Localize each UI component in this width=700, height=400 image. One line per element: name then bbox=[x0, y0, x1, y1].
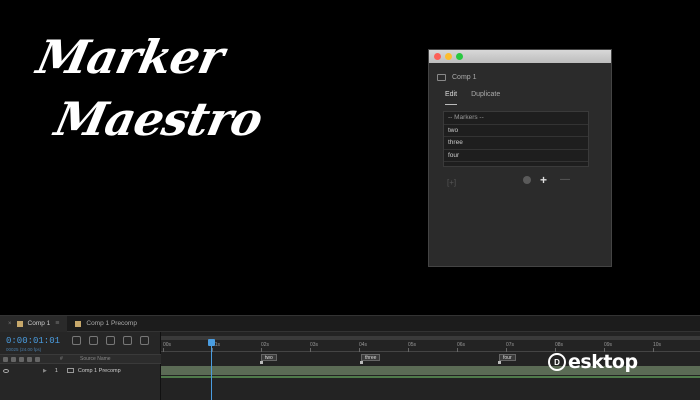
marker-pin-icon[interactable] bbox=[260, 361, 263, 364]
ruler-tick-label: 09s bbox=[604, 342, 613, 352]
zoom-window-button[interactable] bbox=[456, 53, 463, 60]
ruler-tick-label: 05s bbox=[408, 342, 417, 352]
panel-toolbar: [+] + — bbox=[443, 173, 589, 188]
marker-list-header: -- Markers -- bbox=[444, 112, 588, 125]
watermark: D esktop bbox=[548, 351, 638, 373]
work-area-bar[interactable] bbox=[161, 336, 700, 340]
timeline-marker[interactable]: four bbox=[499, 354, 516, 361]
lock-icon bbox=[27, 356, 32, 362]
tab-comp-1-precomp[interactable]: Comp 1 Precomp bbox=[67, 316, 145, 332]
audio-icon bbox=[11, 356, 16, 362]
minimize-window-button[interactable] bbox=[445, 53, 452, 60]
layer-name[interactable]: Comp 1 Precomp bbox=[78, 368, 121, 374]
tab-duplicate[interactable]: Duplicate bbox=[471, 91, 500, 105]
eye-icon bbox=[3, 356, 8, 362]
comp-duration-bar bbox=[161, 376, 700, 378]
title-logo: Marker Maestro bbox=[30, 30, 267, 170]
fps-readout: 00025 (24.00 fps) bbox=[6, 347, 42, 352]
list-item[interactable]: two bbox=[444, 125, 588, 137]
label-icon bbox=[35, 356, 40, 362]
close-window-button[interactable] bbox=[434, 53, 441, 60]
ruler-tick-label: 07s bbox=[506, 342, 515, 352]
marker-maestro-panel: Comp 1 Edit Duplicate -- Markers -- two … bbox=[428, 49, 612, 267]
tab-edit[interactable]: Edit bbox=[445, 91, 458, 105]
marker-pin-icon[interactable] bbox=[498, 361, 501, 364]
marker-list[interactable]: -- Markers -- two three four bbox=[443, 111, 589, 167]
ruler-tick-label: 00s bbox=[163, 342, 172, 352]
ruler-tick-label: 02s bbox=[261, 342, 270, 352]
remove-marker-button[interactable]: — bbox=[560, 174, 570, 185]
list-item[interactable]: four bbox=[444, 150, 588, 162]
solo-icon bbox=[19, 356, 24, 362]
menu-icon[interactable]: ≡ bbox=[55, 320, 59, 327]
eye-icon[interactable] bbox=[3, 368, 9, 373]
column-switch-icons bbox=[0, 356, 60, 362]
column-source-name[interactable]: Source Name bbox=[80, 356, 111, 362]
close-icon[interactable]: × bbox=[8, 321, 12, 327]
title-line-2: Maestro bbox=[50, 92, 267, 146]
playhead-handle[interactable] bbox=[208, 339, 215, 346]
ruler-tick-label: 06s bbox=[457, 342, 466, 352]
ruler-tick-label: 08s bbox=[555, 342, 564, 352]
panel-comp-name: Comp 1 bbox=[452, 73, 477, 81]
bracket-button[interactable]: [+] bbox=[447, 178, 456, 187]
layer-number: 1 bbox=[54, 367, 58, 374]
add-marker-button[interactable]: + bbox=[540, 173, 547, 187]
layer-panel: 0:00:01:01 00025 (24.00 fps) # Source Na… bbox=[0, 332, 161, 400]
ruler-tick-label: 10s bbox=[653, 342, 662, 352]
comp-swatch-icon bbox=[16, 320, 23, 327]
tab-label: Comp 1 Precomp bbox=[86, 320, 137, 327]
timeline-tools bbox=[72, 336, 149, 345]
timeline-marker[interactable]: two bbox=[261, 354, 277, 361]
marker-pin-icon[interactable] bbox=[360, 361, 363, 364]
column-number: # bbox=[60, 356, 63, 362]
marker-icon[interactable] bbox=[523, 176, 531, 184]
panel-titlebar bbox=[429, 50, 611, 63]
ruler-tick-label: 03s bbox=[310, 342, 319, 352]
panel-header: Comp 1 bbox=[429, 66, 611, 88]
column-header: # Source Name bbox=[0, 354, 161, 364]
watermark-logo: D bbox=[548, 353, 566, 371]
playhead-line bbox=[211, 346, 212, 400]
timeline-marker[interactable]: three bbox=[361, 354, 381, 361]
tab-comp-1[interactable]: × Comp 1 ≡ bbox=[0, 315, 68, 332]
watermark-text: esktop bbox=[568, 351, 638, 373]
table-row[interactable]: ▶ 1 Comp 1 Precomp bbox=[0, 366, 161, 375]
comp-mini-flowchart-icon[interactable] bbox=[72, 336, 81, 345]
precomp-icon bbox=[66, 368, 74, 373]
panel-tabs: Edit Duplicate bbox=[429, 91, 611, 105]
list-item[interactable]: three bbox=[444, 137, 588, 150]
ruler-tick-label: 04s bbox=[359, 342, 368, 352]
expand-arrow-icon[interactable]: ▶ bbox=[43, 368, 47, 374]
motion-blur-icon[interactable] bbox=[140, 336, 149, 345]
shy-layers-icon[interactable] bbox=[106, 336, 115, 345]
draft-3d-icon[interactable] bbox=[89, 336, 98, 345]
tab-label: Comp 1 bbox=[27, 320, 51, 327]
title-line-1: Marker bbox=[32, 30, 229, 84]
frame-blending-icon[interactable] bbox=[123, 336, 132, 345]
comp-swatch-icon bbox=[75, 320, 82, 327]
composition-icon bbox=[437, 73, 446, 81]
timeline-tabbar: × Comp 1 ≡ Comp 1 Precomp bbox=[0, 315, 700, 332]
timecode-display[interactable]: 0:00:01:01 bbox=[6, 336, 60, 346]
